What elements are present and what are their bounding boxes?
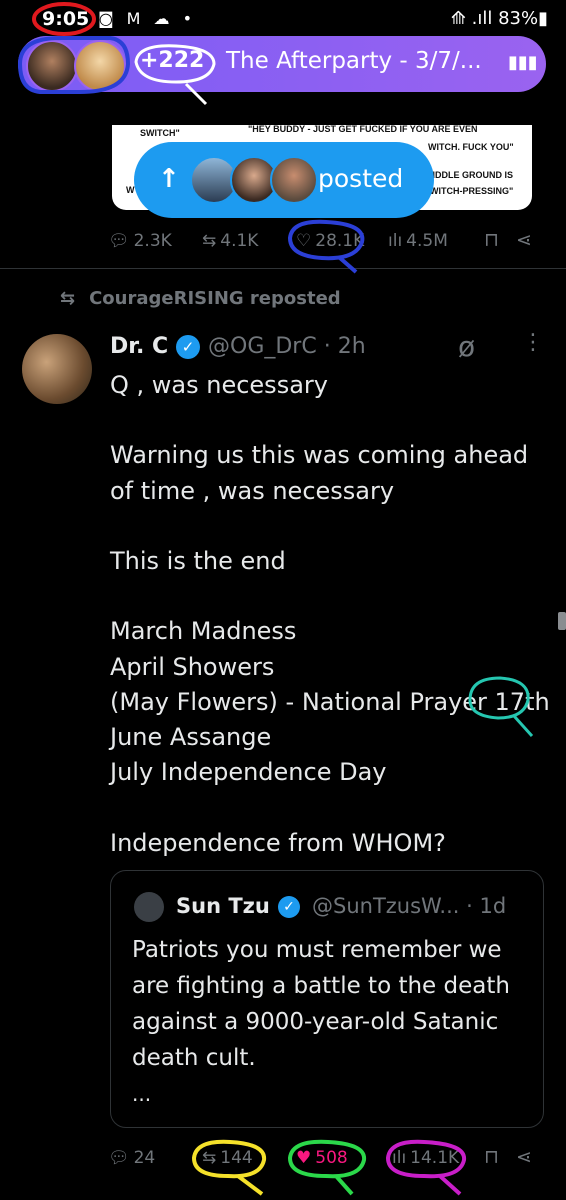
listener-count: +222	[140, 48, 205, 73]
arrow-up-icon: ↑	[158, 164, 180, 194]
repost-icon: ⇆	[202, 231, 217, 251]
reply-icon: 💬︎	[108, 1148, 130, 1168]
quote-author-handle: @SunTzusW... · 1d	[312, 894, 507, 918]
grok-icon[interactable]: ø	[458, 330, 475, 363]
like-count: 508	[315, 1148, 348, 1168]
author-handle[interactable]: @OG_DrC · 2h	[208, 334, 366, 359]
reply-button[interactable]: 💬︎ 2.3K	[108, 231, 172, 251]
repost-context-label: CourageRISING reposted	[89, 288, 341, 309]
reply-button[interactable]: 💬︎ 24	[108, 1148, 155, 1168]
repost-icon: ⇆	[60, 288, 76, 309]
views-button[interactable]: ılı 4.5M	[388, 231, 448, 251]
image-text: "HEY BUDDY - JUST GET FUCKED IF YOU ARE …	[248, 124, 478, 134]
view-count: 14.1K	[410, 1148, 460, 1168]
image-text: IIDDLE GROUND IS	[430, 170, 514, 180]
status-time: 9:05	[42, 8, 90, 30]
heart-icon: ♡	[296, 231, 312, 251]
scrollbar[interactable]	[558, 612, 566, 630]
views-icon: ılı	[392, 1148, 407, 1168]
poster-avatar	[270, 156, 318, 204]
verified-badge-icon: ✓	[176, 335, 200, 359]
author-name[interactable]: Dr. C	[110, 334, 168, 359]
views-button[interactable]: ılı 14.1K	[392, 1148, 459, 1168]
bookmark-icon[interactable]: ⊓	[484, 229, 499, 251]
quote-author-name: Sun Tzu	[176, 894, 270, 918]
cohost-avatar	[74, 40, 126, 92]
share-icon[interactable]: ⋖	[516, 229, 532, 251]
repost-count: 4.1K	[220, 231, 259, 251]
reply-count: 24	[133, 1148, 156, 1168]
repost-count: 144	[220, 1148, 253, 1168]
image-text: SWITCH"	[140, 128, 180, 138]
verified-badge-icon: ✓	[278, 896, 300, 918]
reply-count: 2.3K	[133, 231, 172, 251]
avatar[interactable]	[22, 334, 92, 404]
host-avatar	[26, 40, 78, 92]
image-text: WITCH-PRESSING"	[430, 186, 514, 196]
repost-icon: ⇆	[202, 1148, 217, 1168]
divider	[0, 268, 566, 269]
quote-text: Patriots you must remember we are fighti…	[132, 937, 510, 1071]
space-title: The Afterparty - 3/7/...	[226, 48, 482, 74]
repost-button[interactable]: ⇆ 4.1K	[202, 231, 258, 251]
quote-ellipsis: ...	[132, 1082, 152, 1106]
status-bar: 9:05 ◙ M ☁ • ⟰ .ıll 83%▮	[0, 0, 566, 36]
view-count: 4.5M	[406, 231, 448, 251]
battery-indicator: ⟰ .ıll 83%▮	[450, 8, 548, 29]
repost-context[interactable]: ⇆ CourageRISING reposted	[60, 288, 341, 309]
new-posts-label: posted	[318, 164, 404, 193]
audio-bars-icon: ▮▮▮	[508, 52, 538, 73]
notification-icons: ◙ M ☁ •	[98, 9, 197, 28]
like-button[interactable]: ♥ 508	[296, 1148, 348, 1168]
image-text: WITCH. FUCK YOU"	[428, 142, 514, 152]
heart-filled-icon: ♥	[296, 1148, 312, 1168]
like-button[interactable]: ♡ 28.1K	[296, 231, 364, 251]
reply-icon: 💬︎	[108, 231, 130, 251]
quote-avatar	[134, 892, 164, 922]
share-icon[interactable]: ⋖	[516, 1146, 532, 1168]
like-count: 28.1K	[315, 231, 365, 251]
more-options-icon[interactable]: ⋮	[522, 330, 544, 355]
repost-button[interactable]: ⇆ 144	[202, 1148, 253, 1168]
bookmark-icon[interactable]: ⊓	[484, 1146, 499, 1168]
views-icon: ılı	[388, 231, 403, 251]
image-text: W	[126, 185, 135, 195]
post-text: Q , was necessary Warning us this was co…	[110, 371, 550, 857]
